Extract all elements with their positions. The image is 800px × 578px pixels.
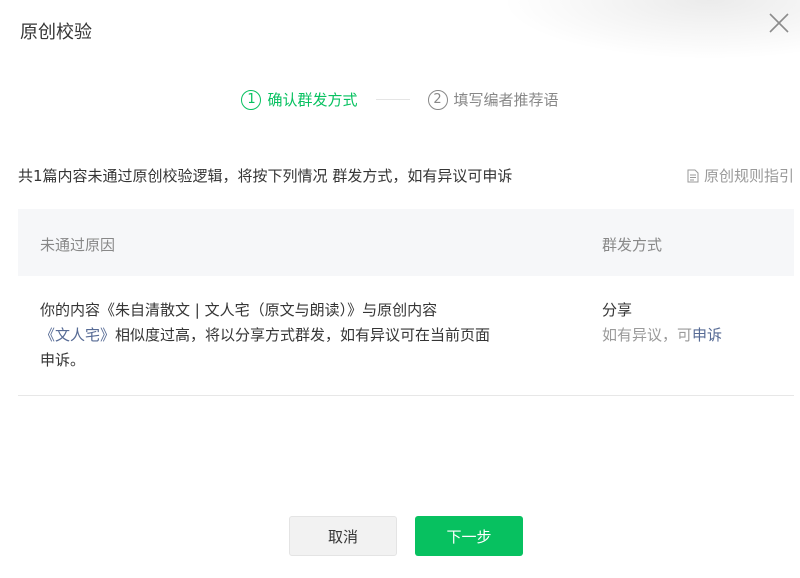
- appeal-prefix: 如有异议，可: [602, 326, 693, 344]
- column-header-reason: 未通过原因: [40, 236, 116, 254]
- dialog-title: 原创校验: [20, 22, 92, 43]
- next-step-button[interactable]: 下一步: [415, 516, 523, 556]
- rules-guide-link[interactable]: 原创规则指引: [687, 165, 794, 186]
- appeal-link[interactable]: 申诉: [692, 326, 722, 344]
- step-connector: [375, 99, 410, 100]
- close-button[interactable]: [766, 10, 792, 36]
- step-2: 2 填写编者推荐语: [427, 89, 559, 110]
- method-value: 分享: [602, 301, 633, 319]
- appeal-note: 如有异议，可申诉: [602, 323, 722, 348]
- close-icon: [769, 13, 789, 33]
- summary-text: 共1篇内容未通过原创校验逻辑，将按下列情况 群发方式，如有异议可申诉: [18, 167, 513, 185]
- step-indicator: 1 确认群发方式 2 填写编者推荐语: [0, 89, 800, 110]
- header-shadow: [500, 0, 800, 60]
- step-2-number: 2: [427, 89, 448, 110]
- step-1: 1 确认群发方式: [241, 89, 358, 110]
- document-icon: [687, 169, 699, 182]
- cancel-button[interactable]: 取消: [289, 516, 397, 556]
- reason-text: 你的内容《朱自清散文 | 文人宅（原文与朗读）》与原创内容: [40, 301, 438, 319]
- reason-cell: 你的内容《朱自清散文 | 文人宅（原文与朗读）》与原创内容《文人宅》相似度过高，…: [40, 298, 505, 373]
- rules-guide-label: 原创规则指引: [703, 167, 794, 185]
- step-1-number: 1: [241, 89, 262, 110]
- method-cell: 分享 如有异议，可申诉: [602, 298, 722, 348]
- original-article-link[interactable]: 《文人宅》: [40, 326, 115, 344]
- table-row: 你的内容《朱自清散文 | 文人宅（原文与朗读）》与原创内容《文人宅》相似度过高，…: [18, 276, 794, 396]
- step-1-label: 确认群发方式: [267, 91, 358, 109]
- column-header-method: 群发方式: [602, 236, 663, 254]
- table-header: 未通过原因 群发方式: [18, 209, 794, 276]
- step-2-label: 填写编者推荐语: [453, 91, 559, 109]
